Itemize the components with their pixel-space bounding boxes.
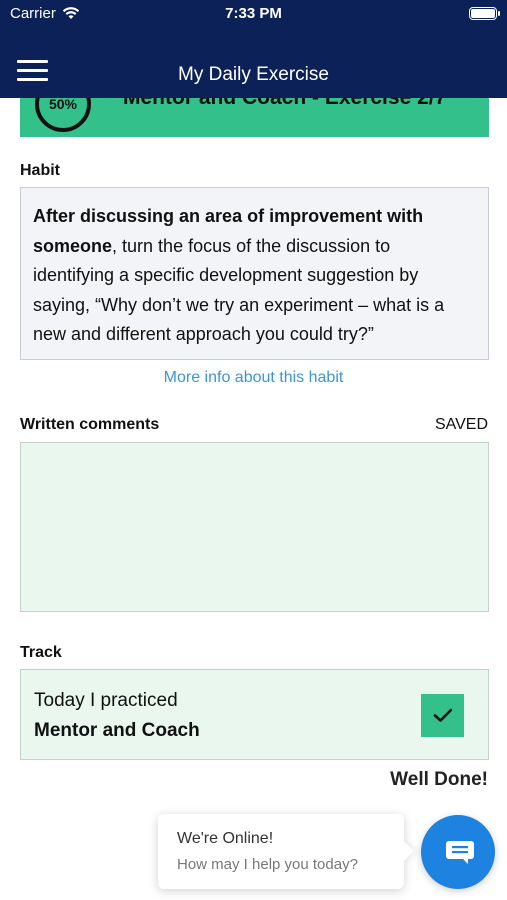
more-info-link[interactable]: More info about this habit xyxy=(0,369,507,387)
chat-title: We're Online! xyxy=(177,830,274,847)
chat-prompt-bubble[interactable]: We're Online! How may I help you today? xyxy=(158,814,404,889)
track-card: Today I practiced Mentor and Coach xyxy=(20,669,489,760)
comments-label: Written comments xyxy=(20,416,160,433)
clock: 7:33 PM xyxy=(225,5,282,22)
app-header: Carrier 7:33 PM My Daily Exercise xyxy=(0,0,507,98)
nav-bar: My Daily Exercise xyxy=(0,50,507,98)
track-line-1: Today I practiced xyxy=(34,690,178,711)
chat-launcher-button[interactable] xyxy=(421,815,495,889)
chat-subtitle: How may I help you today? xyxy=(177,856,358,873)
habit-description: After discussing an area of improvement … xyxy=(20,187,489,360)
status-bar: Carrier 7:33 PM xyxy=(0,0,507,28)
well-done-message: Well Done! xyxy=(390,769,488,790)
chat-icon xyxy=(446,841,474,864)
battery-icon xyxy=(469,7,500,20)
habit-label: Habit xyxy=(20,162,60,179)
track-line-2: Mentor and Coach xyxy=(34,720,200,741)
checkmark-icon xyxy=(433,708,452,722)
track-label: Track xyxy=(20,644,62,661)
saved-status: SAVED xyxy=(434,416,488,433)
practiced-checkbox[interactable] xyxy=(421,694,464,737)
page-title: My Daily Exercise xyxy=(178,64,329,85)
comments-field[interactable] xyxy=(20,442,489,612)
